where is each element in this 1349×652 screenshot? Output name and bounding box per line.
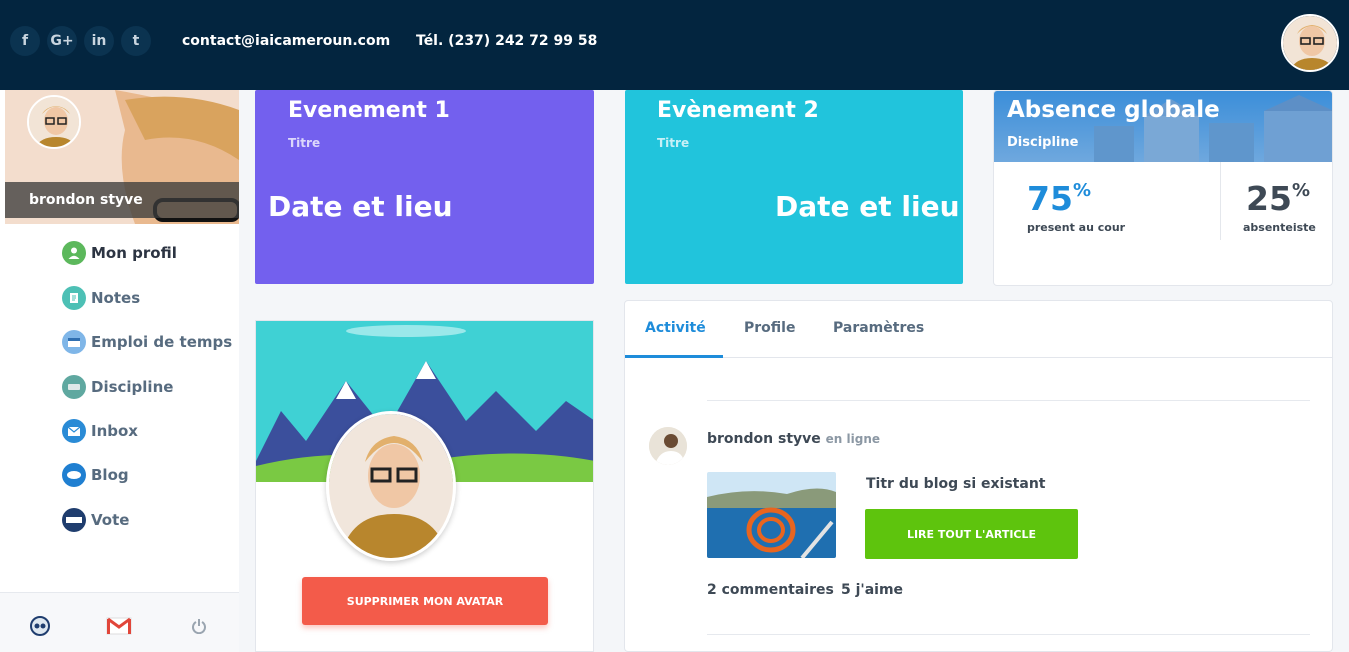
- event-title: Evenement 1: [288, 98, 450, 123]
- inbox-icon: [62, 419, 86, 443]
- settings-icon[interactable]: [27, 615, 53, 637]
- calendar-icon: [62, 330, 86, 354]
- event-date-place: Date et lieu: [775, 190, 960, 223]
- tab-profile[interactable]: Profile: [744, 320, 795, 336]
- sidebar-item-label: Inbox: [91, 422, 138, 440]
- active-tab-indicator: [625, 355, 723, 358]
- sidebar-item-label: Mon profil: [91, 244, 177, 262]
- contact-email[interactable]: contact@iaicameroun.com: [182, 33, 390, 49]
- sidebar-item-label: Vote: [91, 511, 130, 529]
- blog-icon: [62, 463, 86, 487]
- twitter-icon[interactable]: t: [121, 26, 151, 56]
- sidebar-user-name: brondon styve: [29, 192, 143, 208]
- sidebar-avatar: [27, 95, 81, 149]
- sidebar-item-label: Emploi de temps: [91, 333, 233, 351]
- google-plus-icon[interactable]: G+: [47, 26, 77, 56]
- contact-phone: Tél. (237) 242 72 99 58: [416, 33, 598, 49]
- online-status: en ligne: [825, 432, 880, 446]
- linkedin-icon[interactable]: in: [84, 26, 114, 56]
- sidebar-item-label: Blog: [91, 466, 129, 484]
- discipline-icon: [62, 375, 86, 399]
- present-percentage: 75%: [1027, 179, 1091, 218]
- event-card-2[interactable]: Evènement 2 Titre Date et lieu: [625, 90, 963, 284]
- sidebar-item-inbox[interactable]: Inbox: [62, 419, 138, 443]
- sidebar-item-mon-profil[interactable]: Mon profil: [62, 241, 177, 265]
- sidebar-item-label: Notes: [91, 289, 141, 307]
- event-card-1[interactable]: Evenement 1 Titre Date et lieu: [255, 90, 594, 284]
- avatar-panel: SUPPRIMER MON AVATAR: [255, 320, 594, 652]
- absent-percentage: 25%: [1246, 179, 1310, 218]
- top-bar: f G+ in t contact@iaicameroun.com Tél. (…: [0, 0, 1349, 90]
- sidebar-item-emploi-de-temps[interactable]: Emploi de temps: [62, 330, 232, 354]
- blog-title: Titr du blog si existant: [866, 476, 1046, 492]
- power-icon[interactable]: [186, 615, 212, 637]
- sidebar-item-blog[interactable]: Blog: [62, 463, 129, 487]
- absence-header: Absence globale Discipline: [994, 91, 1332, 162]
- tab-bar: Activité Profile Paramètres: [625, 301, 1332, 358]
- comments-count[interactable]: 2 commentaires: [707, 582, 834, 598]
- read-article-button[interactable]: LIRE TOUT L'ARTICLE: [865, 509, 1078, 559]
- absence-subtitle: Discipline: [1007, 135, 1079, 150]
- sidebar-footer: [0, 592, 239, 652]
- absence-title: Absence globale: [1007, 97, 1220, 123]
- event-subtitle: Titre: [288, 136, 321, 150]
- notes-icon: [62, 286, 86, 310]
- event-title: Evènement 2: [657, 98, 819, 123]
- event-date-place: Date et lieu: [268, 190, 453, 223]
- tab-activite[interactable]: Activité: [645, 320, 706, 336]
- vote-icon: [62, 508, 86, 532]
- post-author[interactable]: brondon styve en ligne: [707, 431, 880, 447]
- absence-card: Absence globale Discipline 75% present a…: [993, 90, 1333, 286]
- stat-divider: [1220, 162, 1221, 240]
- sidebar-item-notes[interactable]: Notes: [62, 286, 140, 310]
- gmail-icon[interactable]: [106, 615, 132, 637]
- sidebar-item-label: Discipline: [91, 378, 174, 396]
- sidebar-item-discipline[interactable]: Discipline: [62, 375, 173, 399]
- profile-avatar-large: [326, 411, 456, 561]
- divider: [707, 400, 1310, 401]
- likes-count[interactable]: 5 j'aime: [841, 582, 903, 598]
- delete-avatar-button[interactable]: SUPPRIMER MON AVATAR: [302, 577, 548, 625]
- event-subtitle: Titre: [657, 136, 690, 150]
- sidebar-item-vote[interactable]: Vote: [62, 508, 129, 532]
- blog-thumbnail[interactable]: [707, 472, 836, 558]
- sidebar: brondon styve Mon profil Notes Emploi de…: [0, 90, 239, 652]
- present-label: present au cour: [1027, 221, 1126, 234]
- facebook-icon[interactable]: f: [10, 26, 40, 56]
- user-icon: [62, 241, 86, 265]
- activity-panel: Activité Profile Paramètres brondon styv…: [624, 300, 1333, 652]
- user-avatar[interactable]: [1281, 14, 1339, 72]
- post-author-avatar[interactable]: [649, 427, 687, 465]
- divider: [707, 634, 1310, 635]
- absent-label: absenteiste: [1243, 221, 1316, 234]
- tab-parametres[interactable]: Paramètres: [833, 320, 924, 336]
